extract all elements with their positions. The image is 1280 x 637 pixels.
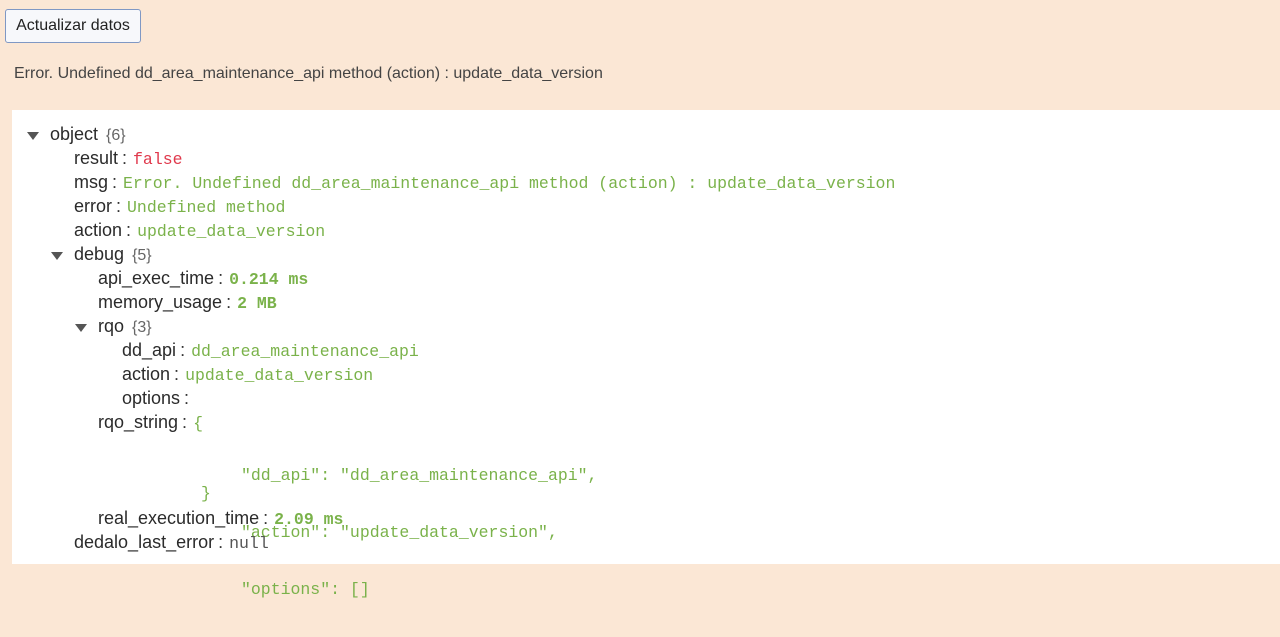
node-key: api_exec_time (98, 268, 215, 288)
node-key: debug (74, 244, 125, 264)
tree-row-rqo-string: rqo_string:{ (98, 412, 203, 433)
collapse-caret-icon[interactable] (27, 132, 39, 140)
node-key: rqo_string (98, 412, 179, 432)
tree-row-rqo-action: action: update_data_version (122, 364, 374, 385)
node-key: object (50, 124, 99, 144)
tree-node-rqo[interactable]: rqo {3} (98, 314, 152, 338)
node-value: 0.214 ms (229, 270, 309, 289)
node-key: real_execution_time (98, 508, 260, 528)
close-brace: } (201, 484, 211, 503)
tree-node-debug[interactable]: debug {5} (74, 242, 152, 266)
node-count: {5} (132, 247, 152, 264)
node-count: {3} (132, 319, 152, 336)
node-key: memory_usage (98, 292, 223, 312)
node-value: 2 MB (237, 294, 277, 313)
node-value-open-brace: { (193, 414, 203, 433)
json-viewer-panel: object {6} result: false msg: Error. Undefi… (12, 110, 1280, 599)
collapse-caret-icon[interactable] (75, 324, 87, 332)
tree-row-real-execution-time: real_execution_time:2.09 ms (98, 508, 344, 529)
tree-row-options: options: (122, 388, 190, 408)
tree-node-object[interactable]: object {6} (50, 122, 126, 146)
json-line: "options": [] (241, 580, 370, 599)
node-value: 2.09 ms (274, 510, 344, 529)
node-key: dd_api (122, 340, 177, 360)
tree-row-result: result: false (74, 148, 183, 169)
node-key: action (74, 220, 123, 240)
tree-row-action: action: update_data_version (74, 220, 326, 241)
node-value: update_data_version (185, 366, 374, 385)
node-key: error (74, 196, 113, 216)
tree-row-error: error: Undefined method (74, 196, 286, 217)
node-value: dd_area_maintenance_api (191, 342, 419, 361)
tree-row-dedalo-last-error: dedalo_last_error: null (74, 532, 269, 553)
node-value: update_data_version (137, 222, 326, 241)
update-data-button[interactable]: Actualizar datos (5, 9, 141, 43)
tree-row-dd-api: dd_api: dd_area_maintenance_api (122, 340, 419, 361)
node-value: Error. Undefined dd_area_maintenance_api… (123, 174, 896, 193)
node-key: rqo (98, 316, 125, 336)
node-key: options (122, 388, 181, 408)
rqo-string-json: "dd_api": "dd_area_maintenance_api", "ac… (241, 428, 597, 637)
node-key: action (122, 364, 171, 384)
json-line: "dd_api": "dd_area_maintenance_api", (241, 466, 598, 485)
error-message: Error. Undefined dd_area_maintenance_api… (14, 65, 603, 82)
collapse-caret-icon[interactable] (51, 252, 63, 260)
node-value: null (229, 534, 269, 553)
node-key: dedalo_last_error (74, 532, 215, 552)
node-count: {6} (106, 127, 126, 144)
tree-row-memory-usage: memory_usage:2 MB (98, 292, 277, 313)
node-value: false (133, 150, 183, 169)
tree-row-api-exec-time: api_exec_time:0.214 ms (98, 268, 309, 289)
node-value: Undefined method (127, 198, 286, 217)
node-key: result (74, 148, 119, 168)
tree-row-msg: msg: Error. Undefined dd_area_maintenance… (74, 172, 896, 193)
node-key: msg (74, 172, 109, 192)
